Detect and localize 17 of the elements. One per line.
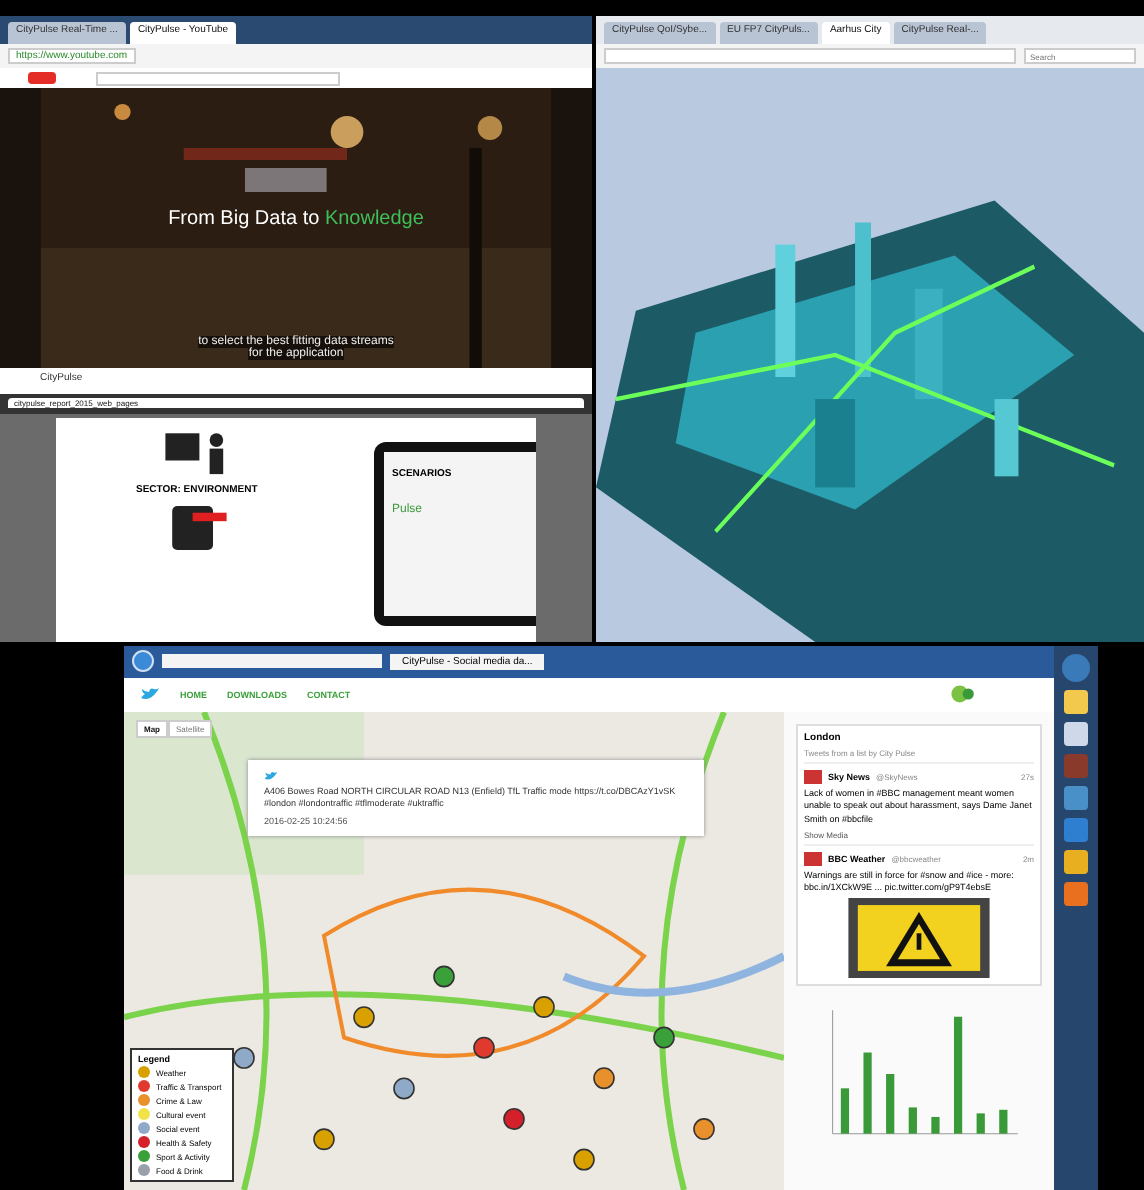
avatar-icon — [804, 851, 822, 866]
avatar-icon — [804, 769, 822, 784]
app-icon[interactable] — [1064, 689, 1088, 714]
app-icon[interactable] — [1064, 721, 1088, 746]
address-field[interactable] — [604, 48, 1016, 64]
app-icon[interactable] — [1064, 881, 1088, 906]
back-button[interactable] — [132, 650, 154, 673]
bird-icon — [140, 686, 160, 703]
app-icon[interactable] — [1064, 785, 1088, 810]
start-button[interactable] — [1062, 653, 1090, 682]
search-field[interactable] — [96, 71, 340, 85]
bird-icon — [264, 769, 278, 782]
app-icon[interactable] — [1064, 849, 1088, 874]
logo-icon — [28, 72, 56, 84]
logo-icon — [950, 684, 978, 705]
address-field[interactable] — [162, 654, 382, 669]
video-title: From Big Data to Knowledge — [166, 208, 426, 230]
